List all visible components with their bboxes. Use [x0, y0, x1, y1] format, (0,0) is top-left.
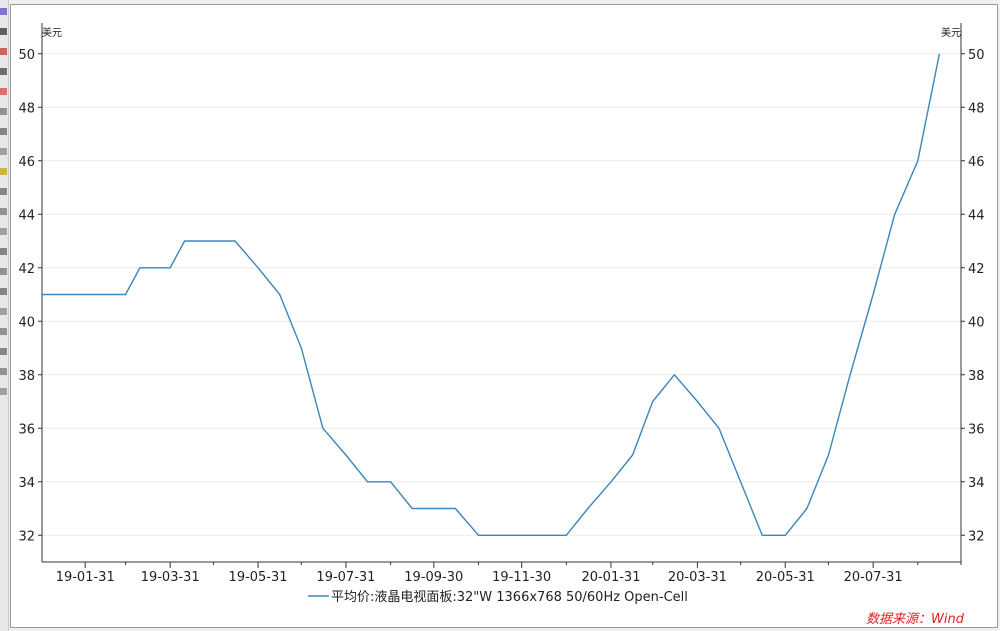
x-tick-label: 20-01-31 [581, 570, 640, 585]
arrow-icon[interactable] [0, 148, 7, 155]
y-tick-label-left: 46 [18, 155, 35, 170]
edit-icon[interactable] [0, 308, 7, 315]
axes [41, 23, 962, 563]
color-icon[interactable] [0, 28, 7, 35]
x-tick-label: 19-05-31 [229, 570, 288, 585]
y-tick-label-left: 32 [18, 529, 35, 544]
grid-icon[interactable] [0, 208, 7, 215]
rect-icon[interactable] [0, 328, 7, 335]
y-axis-unit-right: 美元 [941, 26, 961, 39]
shape-icon[interactable] [0, 268, 7, 275]
line-chart: 美元 美元 32 34 36 38 40 42 44 46 48 50 32 34 36 38 40 42 4… [18, 23, 985, 627]
diamond-icon[interactable] [0, 288, 7, 295]
y-ticks-right: 32 34 36 38 40 42 44 46 48 50 [961, 48, 985, 544]
side-toolbar [0, 0, 9, 631]
y-tick-label-left: 34 [18, 476, 35, 491]
chart-panel: 美元 美元 32 34 36 38 40 42 44 46 48 50 32 34 36 38 40 42 4… [10, 4, 998, 628]
x-tick-label: 20-03-31 [668, 570, 727, 585]
y-tick-label-right: 42 [968, 262, 985, 277]
y-tick-label-right: 48 [968, 101, 985, 116]
legend: 平均价:液晶电视面板:32"W 1366x768 50/60Hz Open-Ce… [308, 590, 688, 605]
x-tick-label: 19-03-31 [141, 570, 200, 585]
series-line [42, 53, 941, 536]
y-tick-label-left: 36 [18, 422, 35, 437]
x-tick-label: 20-07-31 [844, 570, 903, 585]
y-tick-label-right: 38 [968, 369, 985, 384]
close-icon[interactable] [0, 8, 7, 15]
y-tick-label-right: 44 [968, 208, 985, 223]
y-axis-unit-left: 美元 [42, 26, 62, 39]
dot-icon[interactable] [0, 388, 7, 395]
square-icon[interactable] [0, 348, 7, 355]
text-icon[interactable] [0, 188, 7, 195]
y-tick-label-left: 50 [18, 48, 35, 63]
x-tick-label: 19-07-31 [316, 570, 375, 585]
y-tick-label-right: 46 [968, 155, 985, 170]
copy-icon[interactable] [0, 248, 7, 255]
box-icon[interactable] [0, 168, 7, 175]
table-icon[interactable] [0, 228, 7, 235]
y-tick-label-left: 44 [18, 208, 35, 223]
cursor-icon[interactable] [0, 108, 7, 115]
circle-icon[interactable] [0, 368, 7, 375]
grid-lines [42, 53, 961, 536]
flag-icon[interactable] [0, 48, 7, 55]
data-source-note: 数据来源：Wind [866, 612, 965, 627]
y-tick-label-right: 50 [968, 48, 985, 63]
y-tick-label-left: 48 [18, 101, 35, 116]
y-tick-label-left: 40 [18, 315, 35, 330]
pie-icon[interactable] [0, 88, 7, 95]
x-tick-label: 19-01-31 [56, 570, 115, 585]
select-icon[interactable] [0, 128, 7, 135]
series-layer [42, 53, 941, 536]
x-tick-label: 19-11-30 [492, 570, 551, 585]
y-tick-label-left: 42 [18, 262, 35, 277]
y-tick-label-right: 40 [968, 315, 985, 330]
x-tick-label: 19-09-30 [404, 570, 463, 585]
x-tick-label: 20-05-31 [756, 570, 815, 585]
y-tick-label-right: 36 [968, 422, 985, 437]
chart-icon[interactable] [0, 68, 7, 75]
y-tick-label-right: 34 [968, 476, 985, 491]
y-ticks-left: 32 34 36 38 40 42 44 46 48 50 [18, 48, 42, 544]
legend-label: 平均价:液晶电视面板:32"W 1366x768 50/60Hz Open-Ce… [331, 590, 688, 605]
y-tick-label-left: 38 [18, 369, 35, 384]
x-ticks: 19-01-31 19-03-31 19-05-31 19-07-31 19-09-30… [56, 562, 962, 585]
y-tick-label-right: 32 [968, 529, 985, 544]
